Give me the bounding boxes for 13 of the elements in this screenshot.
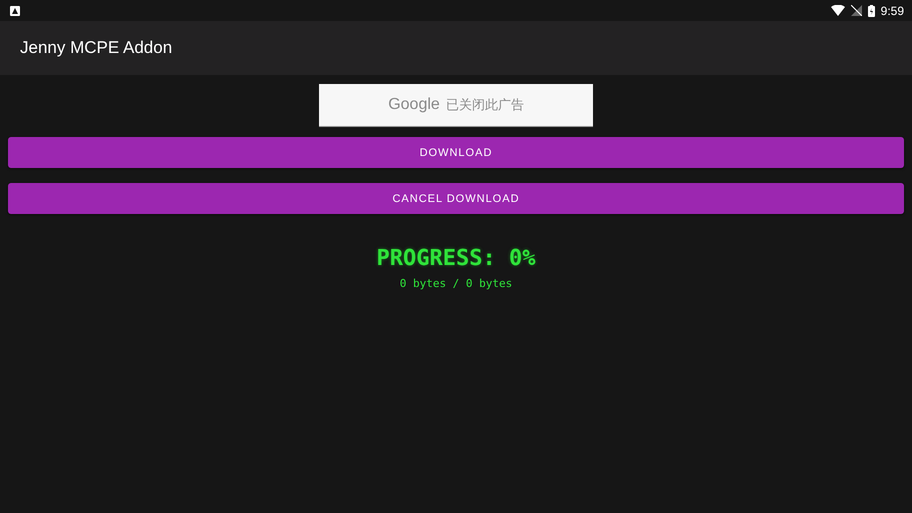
download-button[interactable]: DOWNLOAD <box>8 137 904 168</box>
wifi-icon <box>830 5 845 16</box>
ad-banner[interactable]: Google 已关闭此广告 <box>319 84 593 127</box>
notification-icon <box>10 6 20 16</box>
progress-bytes: 0 bytes / 0 bytes <box>400 277 512 290</box>
ad-brand: Google <box>388 96 440 114</box>
no-signal-icon <box>850 5 862 16</box>
battery-icon <box>868 4 875 16</box>
app-title: Jenny MCPE Addon <box>20 38 172 58</box>
cancel-download-button[interactable]: CANCEL DOWNLOAD <box>8 183 904 214</box>
progress-title: PROGRESS: 0% <box>376 246 536 271</box>
clock-time: 9:59 <box>880 4 904 18</box>
ad-message: 已关闭此广告 <box>446 97 524 114</box>
